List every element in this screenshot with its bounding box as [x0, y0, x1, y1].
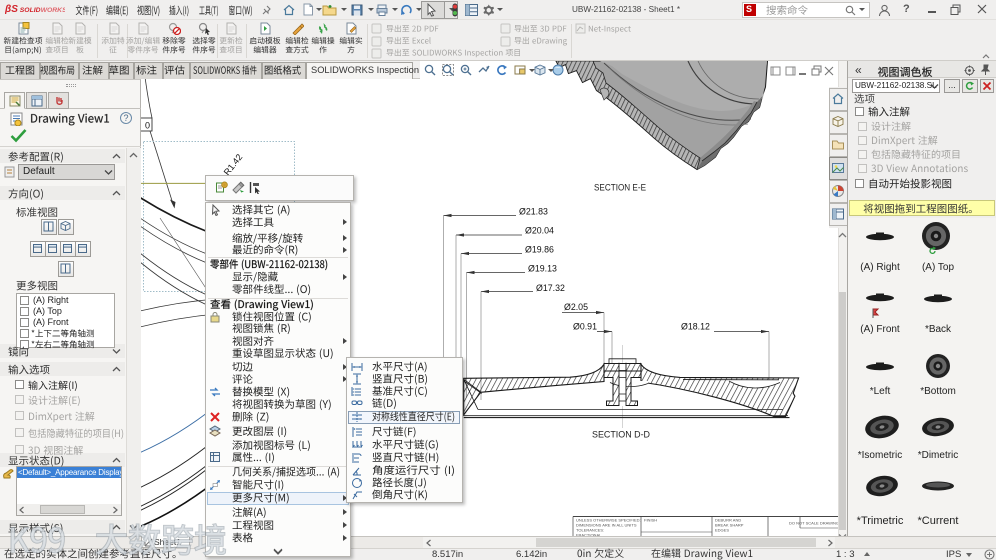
svg-text:FINISH: FINISH: [644, 518, 657, 523]
svg-text:0: 0: [145, 121, 150, 131]
svg-text:DO NOT SCALE DRAWING: DO NOT SCALE DRAWING: [789, 521, 838, 526]
svg-text:Ø19.13: Ø19.13: [528, 264, 557, 274]
svg-text:Ø21.83: Ø21.83: [519, 207, 548, 217]
svg-text:Ø0.91: Ø0.91: [573, 322, 597, 332]
svg-text:SECTION E-E: SECTION E-E: [594, 183, 646, 193]
svg-text:SECTION D-D: SECTION D-D: [592, 430, 650, 440]
svg-text:Ø18.12: Ø18.12: [681, 322, 710, 332]
svg-text:Ø20.04: Ø20.04: [525, 226, 554, 236]
svg-text:Ø19.86: Ø19.86: [525, 245, 554, 255]
svg-text:Ø17.32: Ø17.32: [536, 283, 565, 293]
svg-text:EDGES: EDGES: [715, 528, 729, 533]
svg-text:R1.42: R1.42: [222, 152, 245, 177]
svg-text:Ø2.05: Ø2.05: [564, 302, 588, 312]
